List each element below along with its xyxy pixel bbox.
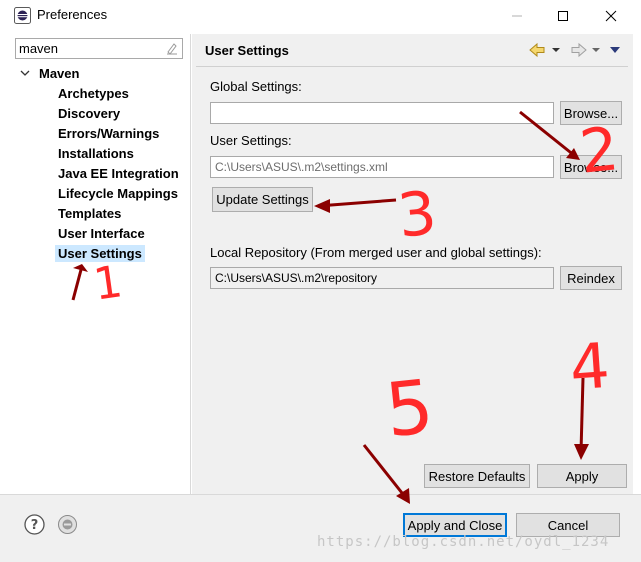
update-settings-button[interactable]: Update Settings (212, 187, 313, 212)
forward-menu-chevron-icon[interactable] (592, 48, 600, 52)
clear-filter-icon[interactable] (165, 41, 179, 55)
local-repository-input[interactable]: C:\Users\ASUS\.m2\repository (210, 267, 554, 289)
expand-arrow-icon[interactable] (19, 67, 31, 79)
filter-input[interactable]: maven (15, 38, 183, 59)
back-arrow-icon[interactable] (529, 42, 545, 58)
apply-button[interactable]: Apply (537, 464, 627, 488)
tree-item-maven[interactable]: Maven (39, 66, 79, 81)
page-title: User Settings (205, 43, 289, 58)
back-menu-chevron-icon[interactable] (552, 48, 560, 52)
tree-item-errors-warnings[interactable]: Errors/Warnings (58, 126, 159, 141)
minimize-button[interactable] (494, 0, 540, 31)
annotation-number-3: 3 (394, 178, 440, 252)
maximize-button[interactable] (540, 0, 586, 31)
close-button[interactable] (588, 0, 634, 31)
reindex-button[interactable]: Reindex (560, 266, 622, 290)
close-icon (605, 10, 617, 21)
user-settings-label: User Settings: (210, 133, 292, 148)
local-repository-label: Local Repository (From merged user and g… (210, 245, 542, 260)
annotation-number-2: 2 (576, 114, 622, 188)
tree-item-user-interface[interactable]: User Interface (58, 226, 145, 241)
global-settings-label: Global Settings: (210, 79, 302, 94)
tree-item-discovery[interactable]: Discovery (58, 106, 120, 121)
maximize-icon (558, 10, 568, 21)
annotation-number-5: 5 (381, 363, 438, 455)
tree-item-templates[interactable]: Templates (58, 206, 121, 221)
tree-item-installations[interactable]: Installations (58, 146, 134, 161)
title-separator (196, 66, 628, 67)
help-icon[interactable]: ? (24, 514, 45, 535)
tree-item-lifecycle-mappings[interactable]: Lifecycle Mappings (58, 186, 178, 201)
annotation-number-4: 4 (567, 328, 612, 405)
watermark: https://blog.csdn.net/oydl_1234 (317, 534, 610, 550)
window-title: Preferences (37, 7, 108, 22)
minimize-icon (512, 15, 522, 16)
view-menu-icon[interactable] (610, 47, 620, 53)
filter-value: maven (19, 41, 59, 56)
tree-item-java-ee-integration[interactable]: Java EE Integration (58, 166, 179, 181)
user-settings-input[interactable]: C:\Users\ASUS\.m2\settings.xml (210, 156, 554, 178)
global-settings-input[interactable] (210, 102, 554, 124)
import-export-preferences-icon[interactable] (57, 514, 78, 535)
restore-defaults-button[interactable]: Restore Defaults (424, 464, 530, 488)
navigation-toolbar (529, 42, 620, 58)
tree-item-archetypes[interactable]: Archetypes (58, 86, 129, 101)
forward-arrow-icon[interactable] (571, 42, 587, 58)
svg-text:?: ? (31, 518, 39, 533)
eclipse-icon (14, 7, 31, 24)
